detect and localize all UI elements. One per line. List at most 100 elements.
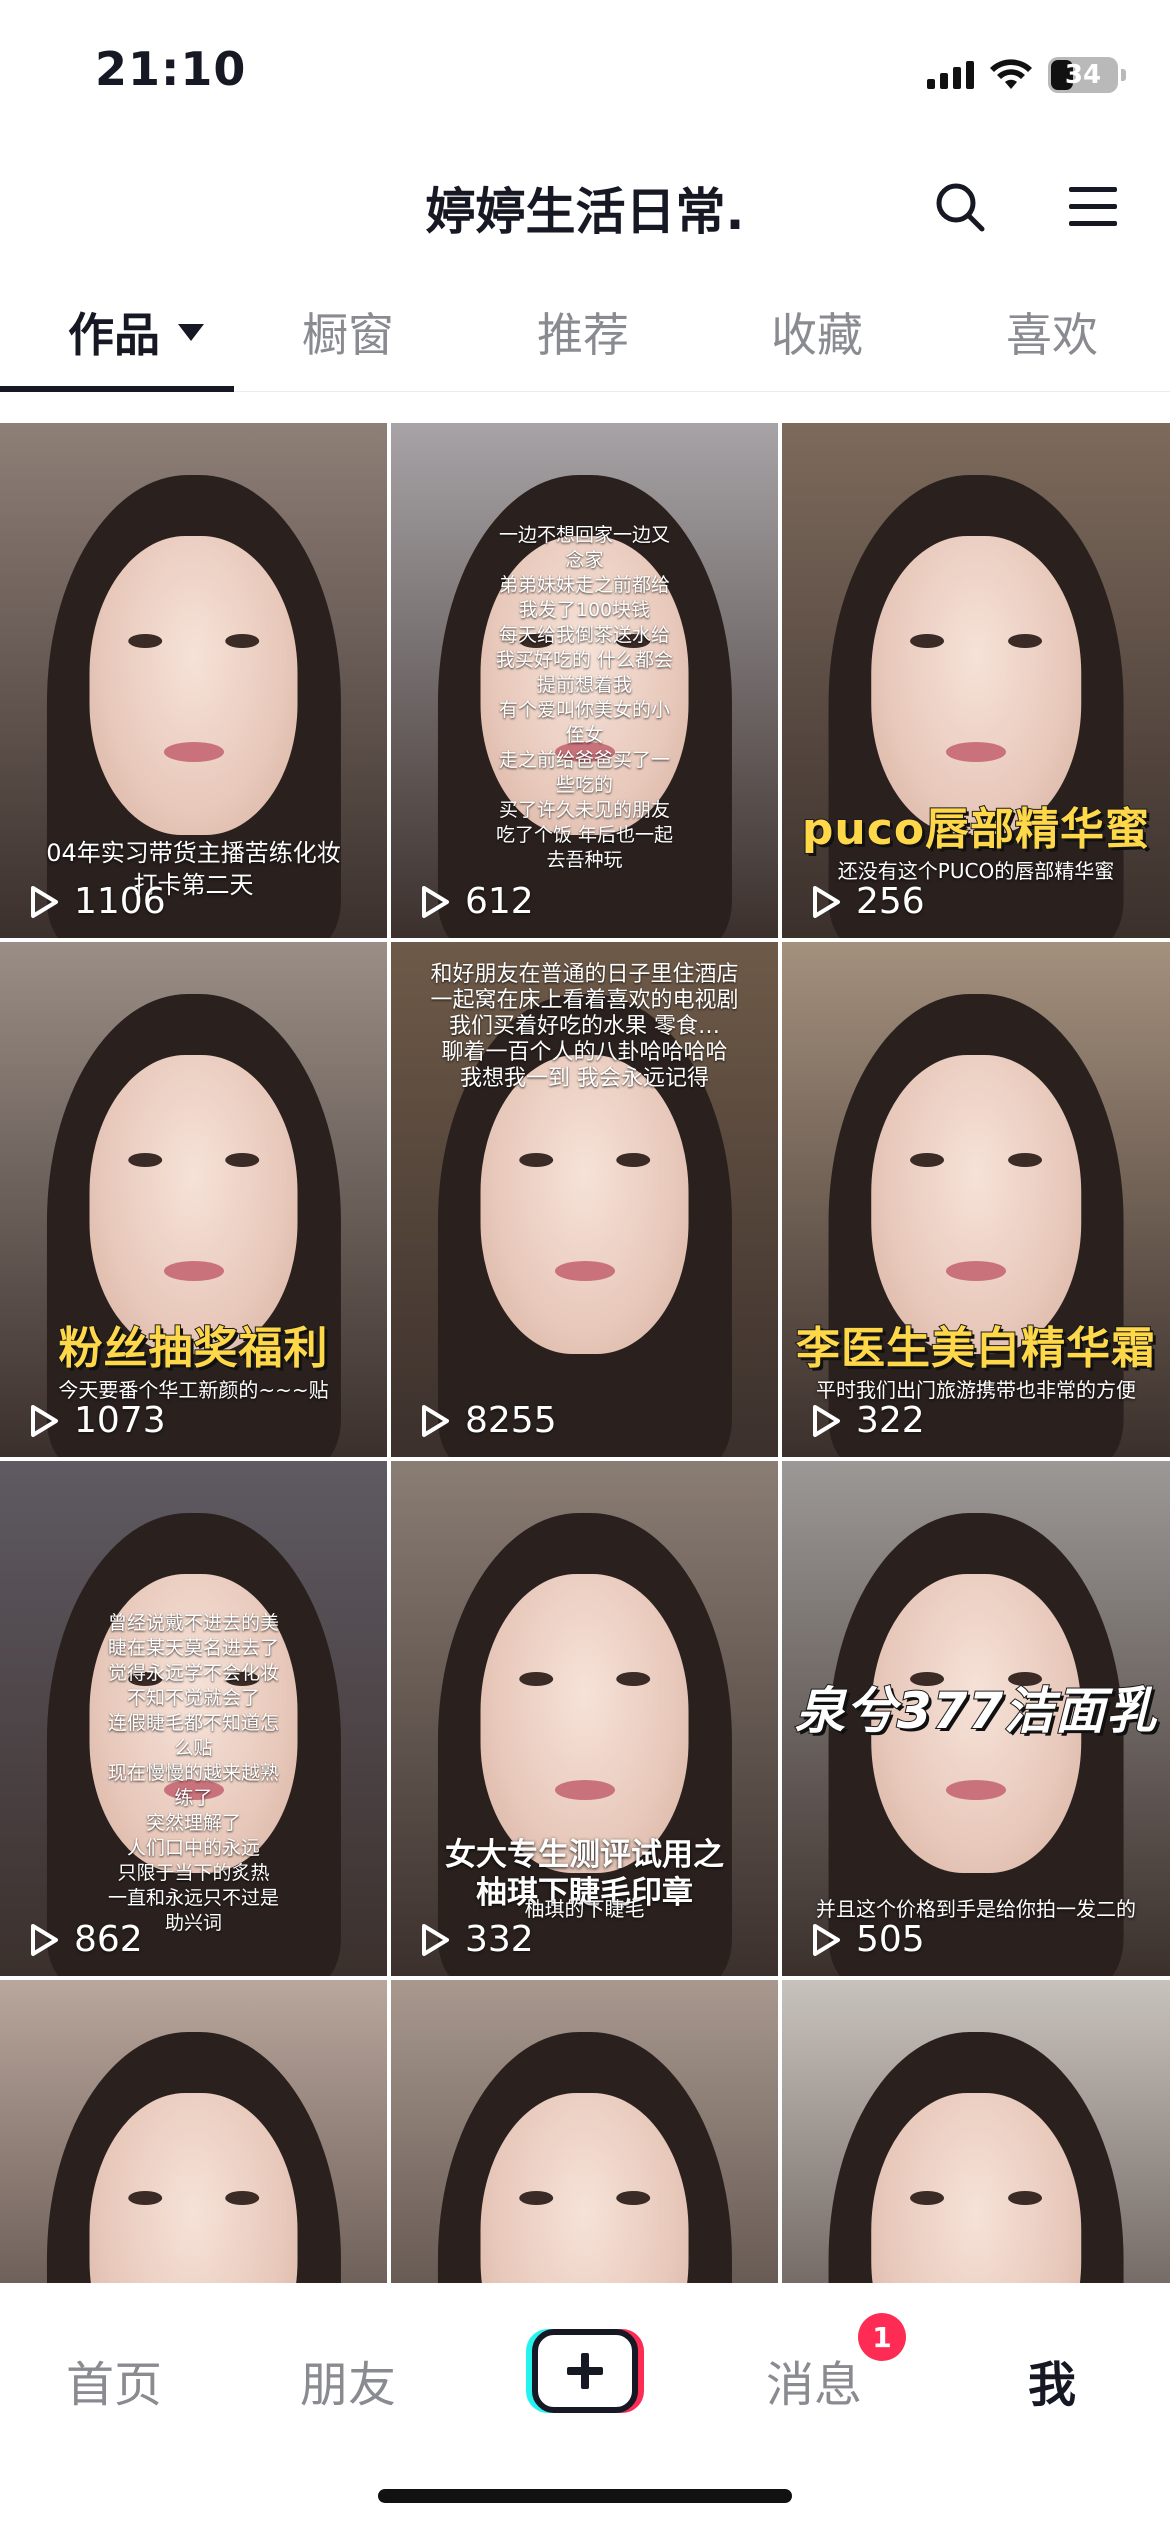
tab-favorites[interactable]: 收藏 xyxy=(771,302,863,362)
create-button[interactable] xyxy=(532,2329,638,2413)
video-thumbnail[interactable]: 04年实习带货主播苦练化妆 打卡第二天 1106 xyxy=(0,423,387,938)
overlay-line: 我们买着好吃的水果 零食… xyxy=(449,1014,720,1039)
thumbnail-image xyxy=(871,536,1081,835)
thumbnail-image xyxy=(871,1055,1081,1354)
thumbnail-image xyxy=(910,2191,1042,2207)
profile-header: 婷婷生活日常. xyxy=(0,160,1170,260)
play-count-value: 8255 xyxy=(465,1400,557,1441)
overlay-line: 我买好吃的 什么都会 xyxy=(495,649,674,671)
tab-likes[interactable]: 喜欢 xyxy=(1006,302,1098,362)
video-title-caption: puco唇部精华蜜 xyxy=(801,803,1151,856)
video-thumbnail[interactable]: 女大专生测评试用之 柚琪下睫毛印章 柚琪的下睫毛 332 xyxy=(391,1461,778,1976)
nav-messages[interactable]: 消息 xyxy=(766,2345,862,2415)
active-tab-indicator xyxy=(0,386,234,392)
thumbnail-image xyxy=(89,1055,298,1354)
thumbnail-image xyxy=(518,1672,651,1688)
tab-label: 喜欢 xyxy=(1006,308,1098,362)
thumbnail-image xyxy=(946,742,1006,763)
video-overlay-text: 曾经说戴不进去的美 睫在某天莫名进去了 觉得永远学不会化妆 不知不觉就会了 连假睫毛都不… xyxy=(0,1611,387,1936)
overlay-line: 我发了100块钱 xyxy=(518,599,651,621)
tab-works[interactable]: 作品 xyxy=(68,302,204,362)
menu-icon[interactable] xyxy=(1058,172,1128,242)
overlay-line: 一起窝在床上看着喜欢的电视剧 xyxy=(430,988,739,1013)
overlay-line: 吃了个饭 年后也一起 xyxy=(495,824,674,846)
status-icons: 34 xyxy=(927,52,1126,98)
thumbnail-image xyxy=(910,1153,1042,1169)
overlay-line: 突然理解了 xyxy=(145,1812,241,1834)
thumbnail-image xyxy=(554,1261,615,1282)
play-count: 1073 xyxy=(28,1400,166,1441)
play-count: 862 xyxy=(28,1919,143,1960)
play-icon xyxy=(422,1923,449,1956)
thumbnail-image xyxy=(554,1780,615,1801)
overlay-line: 弟弟妹妹走之前都给 xyxy=(498,574,670,596)
play-count: 8255 xyxy=(419,1400,557,1441)
tab-recommend[interactable]: 推荐 xyxy=(537,302,629,362)
nav-me[interactable]: 我 xyxy=(1028,2345,1076,2415)
thumbnail-image xyxy=(946,1261,1006,1282)
message-badge: 1 xyxy=(858,2313,906,2361)
overlay-line: 走之前给爸爸买了一 xyxy=(498,749,670,771)
video-title-caption: 李医生美白精华霜 xyxy=(795,1322,1156,1375)
overlay-line: 去吾种玩 xyxy=(546,849,623,871)
tab-label: 收藏 xyxy=(771,308,863,362)
video-subtitle: 今天要番个华工新颜的~~~贴 xyxy=(58,1378,329,1402)
video-overlay-text: 和好朋友在普通的日子里住酒店 一起窝在床上看着喜欢的电视剧 我们买着好吃的水果 零食… xyxy=(391,962,778,1092)
video-overlay-text: 一边不想回家一边又 念家 弟弟妹妹走之前都给 我发了100块钱 每天给我倒茶送水给 我买好… xyxy=(391,523,778,873)
profile-tabs: 作品 橱窗 推荐 收藏 喜欢 xyxy=(0,282,1170,392)
thumbnail-image xyxy=(127,2191,260,2207)
play-count-value: 322 xyxy=(856,1400,925,1441)
thumbnail-image xyxy=(518,1153,651,1169)
play-count-value: 505 xyxy=(856,1919,925,1960)
play-count-value: 1106 xyxy=(74,881,166,922)
video-grid: 04年实习带货主播苦练化妆 打卡第二天 1106 一边不想回家一边又 念家 弟弟妹妹走之前… xyxy=(0,423,1170,2495)
thumbnail-image xyxy=(163,1261,224,1282)
video-thumbnail[interactable]: 泉兮377洁面乳 并且这个价格到手是给你拍一发二的 505 xyxy=(782,1461,1170,1976)
battery-icon: 34 xyxy=(1048,57,1126,93)
nav-friends[interactable]: 朋友 xyxy=(300,2345,396,2415)
overlay-line: 曾经说戴不进去的美 xyxy=(107,1612,279,1634)
play-icon xyxy=(31,885,58,918)
play-icon xyxy=(31,1923,58,1956)
overlay-line: 人们口中的永远 xyxy=(126,1837,260,1859)
play-count: 332 xyxy=(419,1919,534,1960)
video-thumbnail[interactable]: puco唇部精华蜜 还没有这个PUCO的唇部精华蜜 256 xyxy=(782,423,1170,938)
play-count-value: 1073 xyxy=(74,1400,166,1441)
overlay-line: 些吃的 xyxy=(555,774,613,796)
thumbnail-image xyxy=(163,742,224,763)
video-thumbnail[interactable]: 李医生美白精华霜 平时我们出门旅游携带也非常的方便 322 xyxy=(782,942,1170,1457)
tab-label: 橱窗 xyxy=(302,308,394,362)
video-title-caption: 粉丝抽奖福利 xyxy=(58,1322,329,1375)
overlay-line: 现在慢慢的越来越熟 xyxy=(107,1762,279,1784)
video-thumbnail[interactable]: 曾经说戴不进去的美 睫在某天莫名进去了 觉得永远学不会化妆 不知不觉就会了 连假睫毛都不… xyxy=(0,1461,387,1976)
overlay-line: 只限于当下的炙热 xyxy=(117,1862,270,1884)
tab-label: 推荐 xyxy=(537,308,629,362)
caption-line: 女大专生测评试用之 xyxy=(445,1837,724,1873)
play-count-value: 862 xyxy=(74,1919,143,1960)
play-icon xyxy=(422,1404,449,1437)
overlay-line: 提前想着我 xyxy=(536,674,632,696)
play-icon xyxy=(813,1923,840,1956)
search-icon[interactable] xyxy=(925,172,995,242)
overlay-line: 么贴 xyxy=(174,1737,213,1759)
play-count: 1106 xyxy=(28,881,166,922)
video-subtitle: 还没有这个PUCO的唇部精华蜜 xyxy=(837,859,1115,883)
thumbnail-image xyxy=(518,2191,651,2207)
nav-home[interactable]: 首页 xyxy=(66,2345,162,2415)
overlay-line: 聊着一百个人的八卦哈哈哈哈 xyxy=(441,1040,728,1065)
plus-icon xyxy=(567,2353,603,2389)
wifi-icon xyxy=(990,59,1032,89)
overlay-line: 睫在某天莫名进去了 xyxy=(107,1637,279,1659)
overlay-line: 念家 xyxy=(565,549,604,571)
video-thumbnail[interactable]: 粉丝抽奖福利今天要番个华工新颜的~~~贴 1073 xyxy=(0,942,387,1457)
video-thumbnail[interactable]: 一边不想回家一边又 念家 弟弟妹妹走之前都给 我发了100块钱 每天给我倒茶送水给 我买好… xyxy=(391,423,778,938)
thumbnail-image xyxy=(910,634,1042,650)
play-count-value: 332 xyxy=(465,1919,534,1960)
tab-showcase[interactable]: 橱窗 xyxy=(302,302,394,362)
video-thumbnail[interactable]: 和好朋友在普通的日子里住酒店 一起窝在床上看着喜欢的电视剧 我们买着好吃的水果 零食… xyxy=(391,942,778,1457)
thumbnail-image xyxy=(946,1780,1006,1801)
video-subtitle: 并且这个价格到手是给你拍一发二的 xyxy=(816,1897,1136,1921)
overlay-line: 每天给我倒茶送水给 xyxy=(498,624,670,646)
overlay-line: 觉得永远学不会化妆 xyxy=(107,1662,279,1684)
play-count: 322 xyxy=(810,1400,925,1441)
